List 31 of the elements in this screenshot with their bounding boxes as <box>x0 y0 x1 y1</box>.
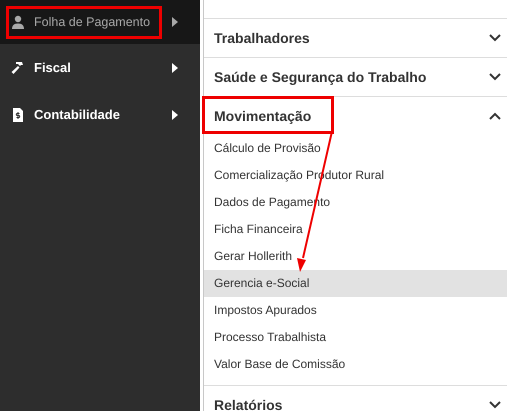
chevron-up-icon <box>489 112 501 120</box>
section-title: Saúde e Segurança do Trabalho <box>214 69 426 85</box>
chevron-down-icon <box>489 401 501 409</box>
sidebar-label: Fiscal <box>34 60 72 75</box>
chevron-down-icon <box>489 73 501 81</box>
section-title: Trabalhadores <box>214 30 310 46</box>
section-header[interactable]: Relatórios <box>204 386 507 411</box>
document-icon <box>11 108 25 122</box>
person-icon <box>11 15 25 29</box>
section-title: Relatórios <box>214 397 282 411</box>
menu-item[interactable]: Gerar Hollerith <box>204 243 507 270</box>
section-header[interactable]: Movimentação <box>204 97 507 135</box>
section-title: Movimentação <box>214 108 312 124</box>
caret-icon <box>172 110 178 120</box>
caret-icon <box>172 17 178 27</box>
menu-item[interactable]: Cálculo de Provisão <box>204 135 507 162</box>
section-header[interactable]: Trabalhadores <box>204 19 507 57</box>
chevron-down-icon <box>489 34 501 42</box>
menu-item[interactable]: Impostos Apurados <box>204 297 507 324</box>
sidebar-label: Folha de Pagamento <box>34 15 152 29</box>
section-header[interactable]: Saúde e Segurança do Trabalho <box>204 58 507 96</box>
menu-item[interactable]: Valor Base de Comissão <box>204 351 507 378</box>
hammer-icon <box>11 60 25 74</box>
menu-item[interactable]: Gerencia e-Social <box>204 270 507 297</box>
sidebar-item[interactable]: Contabilidade <box>0 91 200 138</box>
sidebar-item[interactable]: Folha de Pagamento <box>0 0 200 44</box>
menu-item[interactable]: Processo Trabalhista <box>204 324 507 351</box>
sidebar-item[interactable]: Fiscal <box>0 44 200 91</box>
sidebar-label: Contabilidade <box>34 107 121 122</box>
caret-icon <box>172 62 178 72</box>
menu-item[interactable]: Ficha Financeira <box>204 216 507 243</box>
